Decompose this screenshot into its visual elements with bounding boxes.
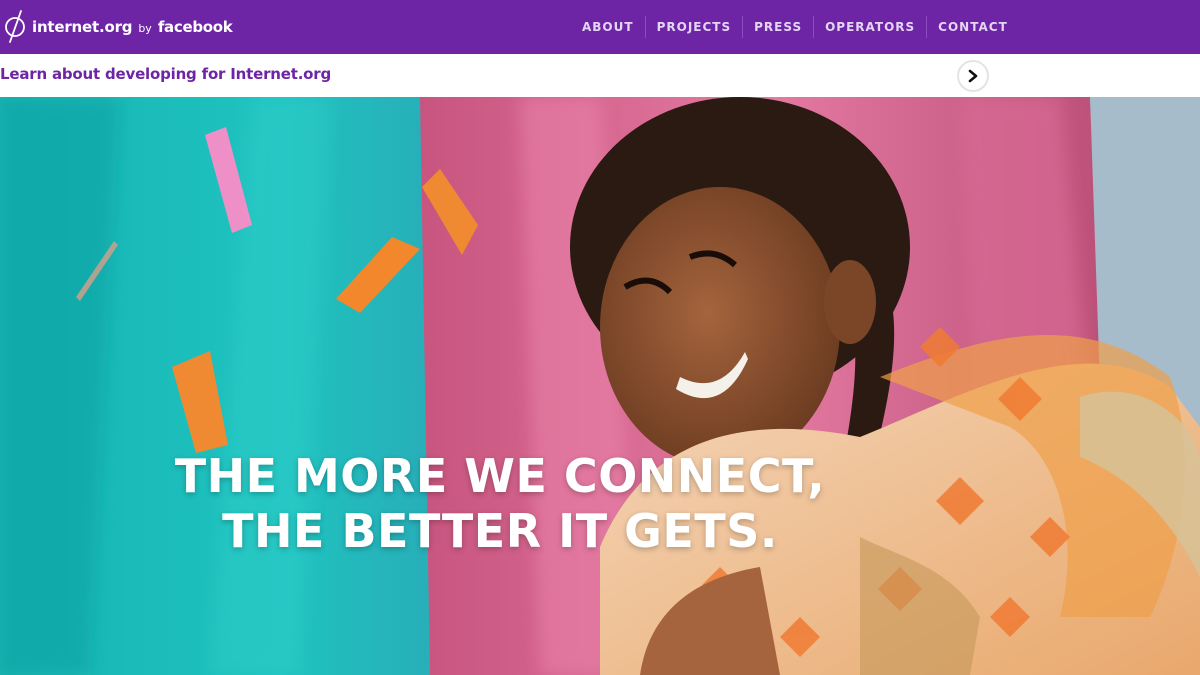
- nav-about[interactable]: ABOUT: [571, 16, 645, 38]
- brand-by-text: by: [138, 22, 152, 35]
- main-nav: ABOUT PROJECTS PRESS OPERATORS CONTACT: [571, 0, 1019, 54]
- developer-announcement-bar: Learn about developing for Internet.org: [0, 54, 1200, 97]
- hero-headline-line2: THE BETTER IT GETS.: [222, 504, 778, 558]
- hero-section: THE MORE WE CONNECT, THE BETTER IT GETS.: [0, 97, 1200, 675]
- internet-org-logo-icon: [5, 10, 25, 43]
- nav-operators[interactable]: OPERATORS: [813, 16, 926, 38]
- nav-projects[interactable]: PROJECTS: [644, 16, 743, 38]
- brand-name: internet.org: [32, 18, 133, 36]
- chevron-right-icon: [968, 69, 978, 83]
- top-navigation-bar: internet.org by facebook ABOUT PROJECTS …: [0, 0, 1200, 54]
- brand-partner: facebook: [157, 18, 233, 36]
- developer-arrow-button[interactable]: [957, 60, 989, 92]
- developer-link[interactable]: Learn about developing for Internet.org: [0, 65, 331, 83]
- hero-photo: [0, 97, 1200, 675]
- nav-press[interactable]: PRESS: [742, 16, 813, 38]
- hero-headline-line1: THE MORE WE CONNECT,: [174, 449, 826, 503]
- brand-home-link[interactable]: internet.org by facebook: [0, 0, 233, 54]
- nav-contact[interactable]: CONTACT: [926, 16, 1019, 38]
- hero-headline: THE MORE WE CONNECT, THE BETTER IT GETS.: [0, 449, 1000, 559]
